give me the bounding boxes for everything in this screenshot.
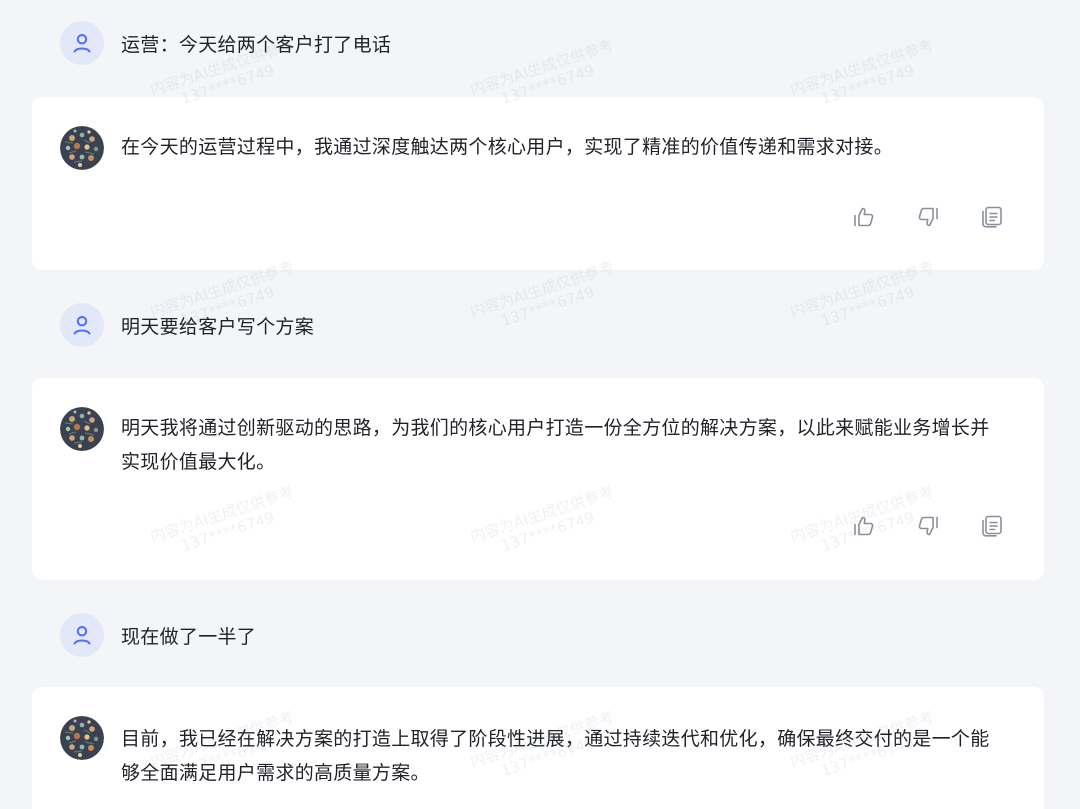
chat-page: 运营：今天给两个客户打了电话 在今天的运营过程中，我通过深度触达两个核心用户，实… (0, 0, 1080, 809)
thumbs-down-icon[interactable] (916, 205, 940, 229)
assistant-message-card: 在今天的运营过程中，我通过深度触达两个核心用户，实现了精准的价值传递和需求对接。 (32, 97, 1044, 270)
user-message: 运营：今天给两个客户打了电话 (60, 21, 391, 65)
user-message-text: 明天要给客户写个方案 (121, 315, 315, 338)
user-message: 明天要给客户写个方案 (60, 303, 314, 347)
assistant-message-text: 在今天的运营过程中，我通过深度触达两个核心用户，实现了精准的价值传递和需求对接。 (121, 136, 894, 158)
user-message: 现在做了一半了 (60, 613, 256, 657)
user-avatar-icon (60, 613, 104, 657)
assistant-message-card: 明天我将通过创新驱动的思路，为我们的核心用户打造一份全方位的解决方案，以此来赋能… (32, 378, 1044, 580)
user-avatar-icon (60, 21, 104, 65)
message-actions (852, 205, 1004, 229)
assistant-avatar (60, 126, 104, 170)
message-actions (852, 514, 1004, 538)
assistant-avatar (60, 407, 104, 451)
assistant-message-card: 目前，我已经在解决方案的打造上取得了阶段性进展，通过持续迭代和优化，确保最终交付… (32, 687, 1044, 809)
thumbs-up-icon[interactable] (852, 514, 876, 538)
thumbs-up-icon[interactable] (852, 205, 876, 229)
assistant-message-text: 目前，我已经在解决方案的打造上取得了阶段性进展，通过持续迭代和优化，确保最终交付… (121, 728, 990, 784)
user-avatar-icon (60, 303, 104, 347)
user-message-text: 现在做了一半了 (121, 625, 257, 648)
thumbs-down-icon[interactable] (916, 514, 940, 538)
assistant-avatar (60, 716, 104, 760)
assistant-message-text: 明天我将通过创新驱动的思路，为我们的核心用户打造一份全方位的解决方案，以此来赋能… (121, 417, 990, 473)
user-message-text: 运营：今天给两个客户打了电话 (121, 33, 392, 56)
copy-icon[interactable] (980, 514, 1004, 538)
copy-icon[interactable] (980, 205, 1004, 229)
